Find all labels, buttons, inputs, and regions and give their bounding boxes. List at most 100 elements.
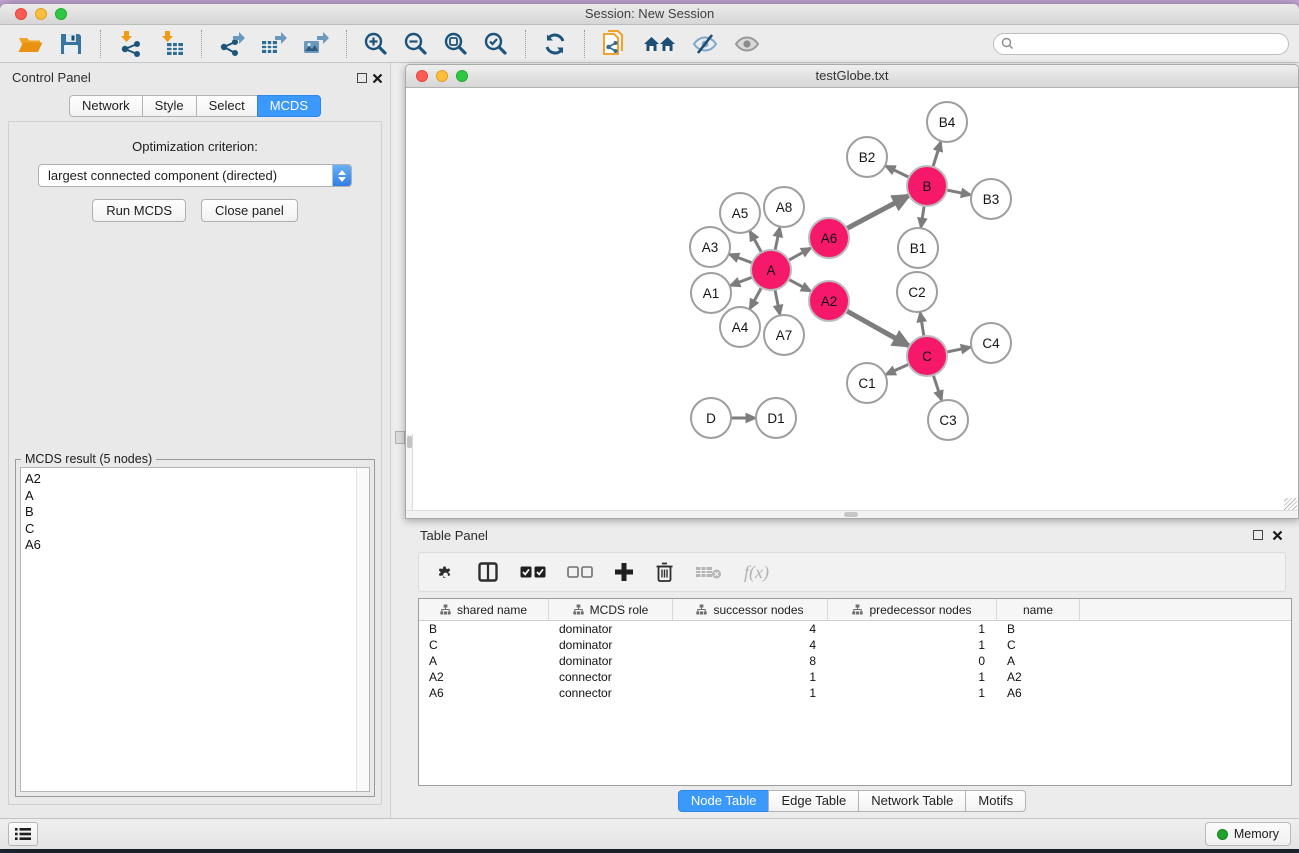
hide-all-columns-button[interactable] [567,566,593,578]
float-table-panel-icon[interactable] [1253,530,1263,540]
mcds-result-list[interactable]: A2ABCA6 [20,467,370,792]
export-table-button[interactable] [260,30,288,57]
network-close-button[interactable] [416,70,428,82]
import-network-button[interactable] [117,30,144,57]
show-hidden-button[interactable] [733,31,761,57]
graph-node-B4[interactable]: B4 [927,102,967,142]
float-panel-icon[interactable] [357,73,367,83]
graph-node-C[interactable]: C [907,336,947,376]
network-minimize-button[interactable] [436,70,448,82]
cell-predecessor-nodes[interactable]: 0 [828,653,997,669]
graph-node-A8[interactable]: A8 [764,187,804,227]
result-item-a[interactable]: A [25,488,369,505]
table-row-c[interactable]: Cdominator41C [419,637,1291,653]
zoom-selected-button[interactable] [483,31,509,57]
result-item-a6[interactable]: A6 [25,537,369,554]
show-all-columns-button[interactable] [520,566,546,578]
table-tab-network-table[interactable]: Network Table [858,790,966,812]
maximize-window-button[interactable] [55,8,67,20]
graph-node-C1[interactable]: C1 [847,363,887,403]
cell-successor-nodes[interactable]: 4 [673,621,828,637]
save-session-button[interactable] [58,31,84,57]
graph-node-B3[interactable]: B3 [971,179,1011,219]
cell-mcds-role[interactable]: connector [549,685,673,701]
cell-mcds-role[interactable]: dominator [549,637,673,653]
graph-node-A5[interactable]: A5 [720,193,760,233]
graph-node-A4[interactable]: A4 [720,307,760,347]
hide-selected-button[interactable] [691,31,719,57]
export-image-button[interactable] [302,30,330,57]
create-column-button[interactable] [614,562,634,582]
apply-layout-button[interactable] [542,31,568,57]
column-header-shared-name[interactable]: shared name [419,599,549,620]
table-row-b[interactable]: Bdominator41B [419,621,1291,637]
cell-name[interactable]: C [997,637,1080,653]
network-canvas[interactable]: B4B2BB3A5A8A6A3B1AA1C2A2A4A7C4CC1C3DD1 [406,88,1298,512]
cell-successor-nodes[interactable]: 8 [673,653,828,669]
result-item-a2[interactable]: A2 [25,471,369,488]
canvas-vertical-scrollbar[interactable] [406,434,413,512]
table-row-a2[interactable]: A2connector11A2 [419,669,1291,685]
network-graph[interactable]: B4B2BB3A5A8A6A3B1AA1C2A2A4A7C4CC1C3DD1 [406,88,1298,512]
graph-node-A1[interactable]: A1 [691,273,731,313]
table-row-a6[interactable]: A6connector11A6 [419,685,1291,701]
open-session-button[interactable] [17,31,44,57]
tab-select[interactable]: Select [196,95,258,117]
graph-node-B2[interactable]: B2 [847,137,887,177]
cell-name[interactable]: A [997,653,1080,669]
close-table-panel-icon[interactable] [1272,530,1283,541]
search-input[interactable] [1014,35,1288,53]
export-network-button[interactable] [218,30,246,57]
column-header-successor-nodes[interactable]: successor nodes [673,599,828,620]
tab-mcds[interactable]: MCDS [257,95,321,117]
split-divider-handle[interactable] [395,431,405,444]
cell-shared-name[interactable]: C [419,637,549,653]
graph-node-A2[interactable]: A2 [809,281,849,321]
tab-style[interactable]: Style [142,95,197,117]
column-header-predecessor-nodes[interactable]: predecessor nodes [828,599,997,620]
delete-columns-button[interactable] [655,561,674,583]
canvas-horizontal-scrollbar[interactable] [406,510,1298,518]
graph-node-C2[interactable]: C2 [897,272,937,312]
cell-successor-nodes[interactable]: 4 [673,637,828,653]
graph-node-D1[interactable]: D1 [756,398,796,438]
run-mcds-button[interactable]: Run MCDS [92,199,186,222]
graph-node-B1[interactable]: B1 [898,228,938,268]
node-table[interactable]: shared nameMCDS rolesuccessor nodesprede… [418,598,1292,786]
zoom-out-button[interactable] [403,31,429,57]
cell-name[interactable]: A6 [997,685,1080,701]
column-header-mcds-role[interactable]: MCDS role [549,599,673,620]
graph-node-D[interactable]: D [691,398,731,438]
table-tab-node-table[interactable]: Node Table [678,790,770,812]
zoom-in-button[interactable] [363,31,389,57]
result-item-b[interactable]: B [25,504,369,521]
cell-predecessor-nodes[interactable]: 1 [828,669,997,685]
table-settings-button[interactable] [435,562,456,583]
cell-name[interactable]: B [997,621,1080,637]
tab-network[interactable]: Network [69,95,143,117]
cell-name[interactable]: A2 [997,669,1080,685]
network-from-selection-button[interactable] [601,29,629,59]
optimization-dropdown[interactable]: largest connected component (directed) [38,164,352,187]
delete-table-button[interactable] [695,564,723,580]
cell-successor-nodes[interactable]: 1 [673,685,828,701]
table-row-a[interactable]: Adominator80A [419,653,1291,669]
minimize-window-button[interactable] [35,8,47,20]
function-builder-button[interactable]: f(x) [744,562,769,583]
result-list-scrollbar[interactable] [356,468,369,791]
table-tab-motifs[interactable]: Motifs [965,790,1026,812]
memory-button[interactable]: Memory [1205,822,1291,846]
graph-node-C3[interactable]: C3 [928,400,968,440]
cell-shared-name[interactable]: A [419,653,549,669]
vertical-scroll-thumb[interactable] [407,436,412,448]
cell-predecessor-nodes[interactable]: 1 [828,621,997,637]
cell-successor-nodes[interactable]: 1 [673,669,828,685]
cell-mcds-role[interactable]: dominator [549,653,673,669]
cell-shared-name[interactable]: A2 [419,669,549,685]
cell-shared-name[interactable]: A6 [419,685,549,701]
graph-node-A7[interactable]: A7 [764,315,804,355]
cell-mcds-role[interactable]: connector [549,669,673,685]
task-history-button[interactable] [8,822,38,846]
horizontal-scroll-thumb[interactable] [844,512,858,517]
graph-node-A3[interactable]: A3 [690,227,730,267]
